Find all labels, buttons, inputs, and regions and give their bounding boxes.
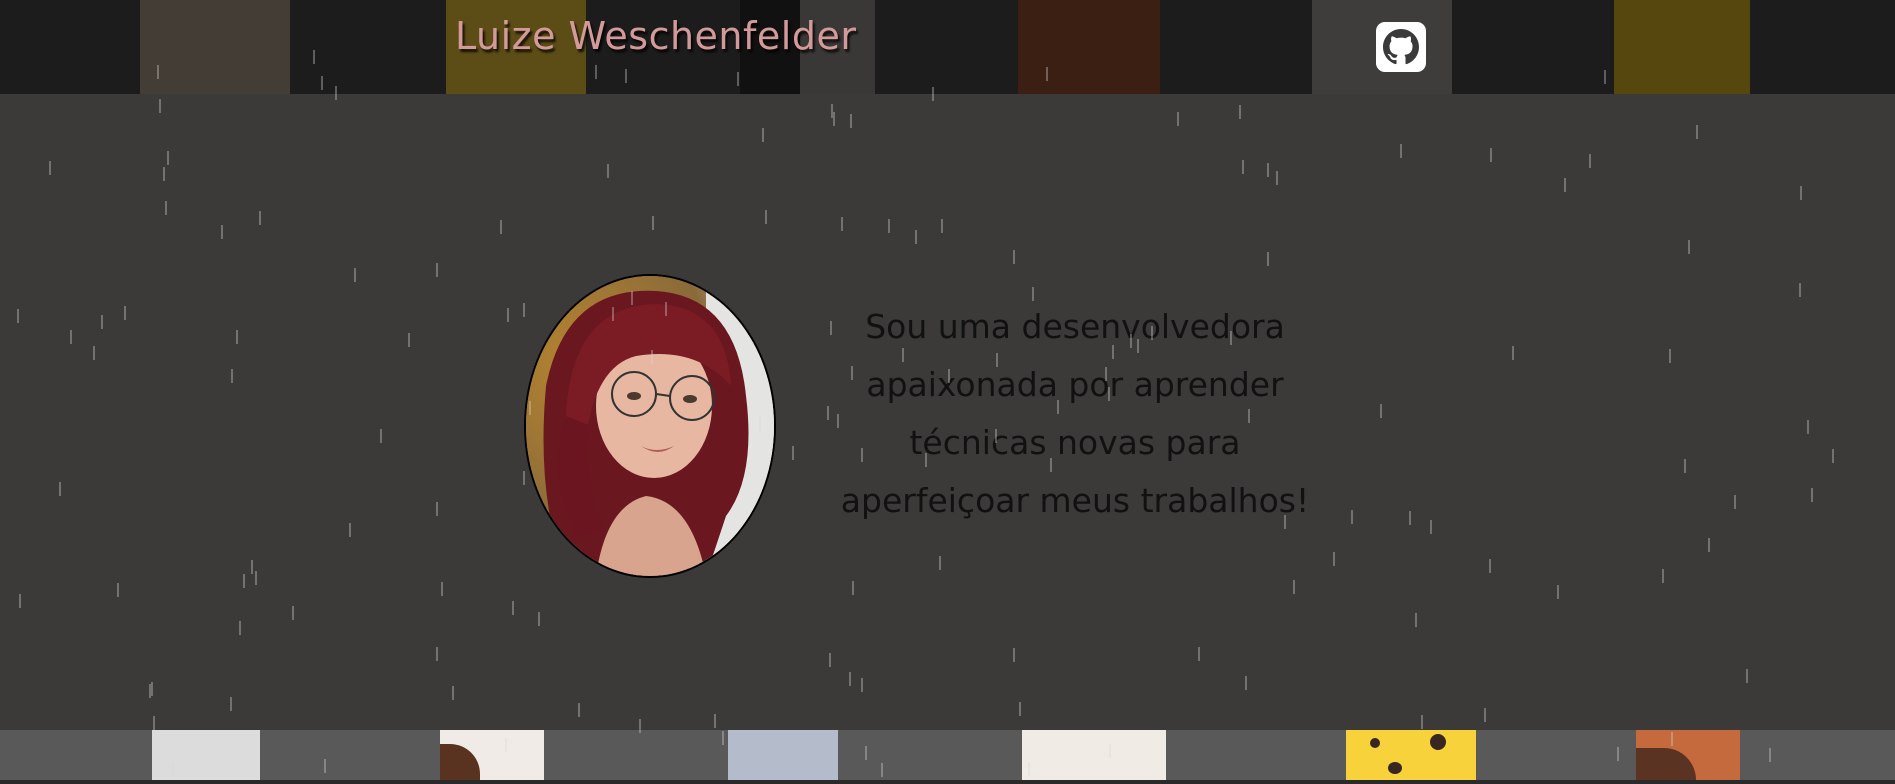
footer-border xyxy=(0,780,1895,784)
bio-text: Sou uma desenvolvedora apaixonada por ap… xyxy=(820,298,1330,530)
footer-decoration xyxy=(1370,738,1380,748)
footer-decoration xyxy=(1346,730,1476,780)
github-link[interactable] xyxy=(1376,22,1426,72)
bio-line: apaixonada por aprender xyxy=(866,365,1284,404)
header-decoration xyxy=(140,0,290,94)
footer-decoration xyxy=(1388,762,1402,774)
site-footer xyxy=(0,730,1895,780)
footer-decoration xyxy=(1022,730,1166,780)
profile-photo xyxy=(526,276,774,576)
bio-line: técnicas novas para xyxy=(909,423,1241,462)
github-icon xyxy=(1383,29,1419,65)
footer-decoration xyxy=(1430,734,1446,750)
footer-decoration xyxy=(728,730,838,780)
site-title: Luize Weschenfelder xyxy=(455,14,857,58)
avatar xyxy=(524,274,776,578)
site-header: Luize Weschenfelder xyxy=(0,0,1895,94)
footer-decoration xyxy=(152,730,260,780)
header-decoration xyxy=(1018,0,1160,94)
header-decoration xyxy=(1614,0,1750,94)
bio-line: aperfeiçoar meus trabalhos! xyxy=(840,481,1310,520)
bio-line: Sou uma desenvolvedora xyxy=(865,307,1285,346)
